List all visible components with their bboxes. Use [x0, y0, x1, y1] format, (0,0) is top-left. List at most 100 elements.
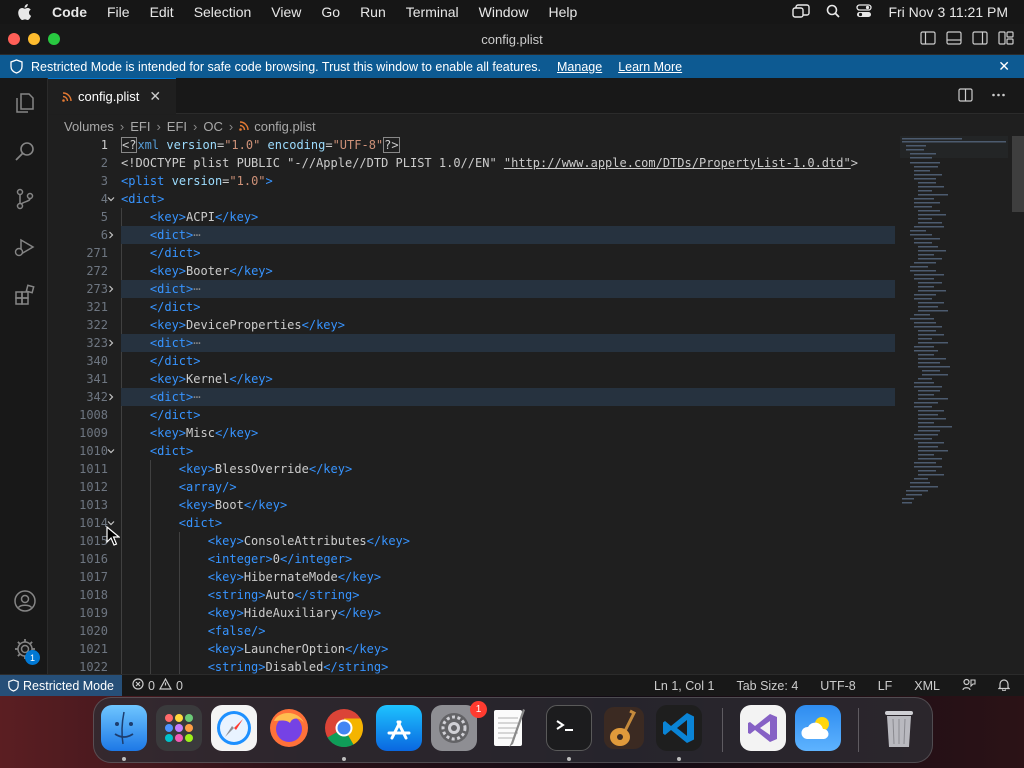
banner-message: Restricted Mode is intended for safe cod… [31, 59, 541, 74]
menu-go[interactable]: Go [321, 4, 340, 20]
code-line: <string>Auto</string> [207, 588, 360, 602]
breadcrumb-item[interactable]: EFI [130, 119, 150, 134]
learn-more-link[interactable]: Learn More [618, 60, 682, 74]
finder-icon[interactable] [101, 705, 147, 751]
weather-icon[interactable] [795, 705, 841, 751]
restricted-mode-banner: Restricted Mode is intended for safe cod… [0, 55, 1024, 78]
menu-file[interactable]: File [107, 4, 130, 20]
explorer-icon[interactable] [12, 90, 38, 116]
status-bar: Restricted Mode 0 0 Ln 1, Col 1 Tab Size… [0, 674, 1024, 696]
fold-chevron-right-icon[interactable] [104, 388, 118, 406]
file-encoding[interactable]: UTF-8 [820, 679, 855, 693]
code-line: <key>Kernel</key> [149, 372, 273, 386]
accounts-icon[interactable] [12, 588, 38, 614]
restricted-mode-status[interactable]: Restricted Mode [0, 675, 123, 696]
folded-code-line: <dict>⋯ [121, 280, 895, 298]
breadcrumb-item[interactable]: Volumes [64, 119, 114, 134]
fold-chevron-down-icon[interactable] [104, 190, 118, 208]
code-line: <key>Booter</key> [149, 264, 273, 278]
menu-terminal[interactable]: Terminal [406, 4, 459, 20]
breadcrumb-item[interactable]: config.plist [254, 119, 315, 134]
cursor-position[interactable]: Ln 1, Col 1 [654, 679, 714, 693]
customize-layout-icon[interactable] [998, 31, 1014, 50]
stage-manager-icon[interactable] [792, 3, 811, 21]
line-number: 1021 [79, 642, 108, 656]
source-control-icon[interactable] [12, 186, 38, 212]
trash-icon[interactable] [876, 705, 922, 751]
vertical-scrollbar[interactable] [1012, 136, 1024, 212]
tab-config-plist[interactable]: config.plist ✕ [48, 78, 176, 114]
garageband-icon[interactable] [601, 705, 647, 751]
menu-run[interactable]: Run [360, 4, 386, 20]
folded-code-line: <dict>⋯ [121, 334, 895, 352]
fold-chevron-right-icon[interactable] [104, 226, 118, 244]
firefox-icon[interactable] [266, 705, 312, 751]
split-editor-icon[interactable] [958, 88, 973, 107]
breadcrumb-item[interactable]: OC [203, 119, 223, 134]
line-number: 323 [86, 336, 108, 350]
end-of-line[interactable]: LF [878, 679, 893, 693]
terminal-icon[interactable] [546, 705, 592, 751]
language-mode[interactable]: XML [914, 679, 940, 693]
manage-link[interactable]: Manage [557, 60, 602, 74]
menu-code[interactable]: Code [52, 4, 87, 20]
feedback-icon[interactable] [962, 678, 976, 694]
code-editor[interactable]: 1 2 3 4 5 6 271 272 273 321 322 323 340 … [48, 136, 1024, 674]
error-icon [132, 678, 144, 693]
vscode-icon[interactable] [656, 705, 702, 751]
toggle-panel-icon[interactable] [946, 31, 962, 50]
toggle-primary-sidebar-icon[interactable] [920, 31, 936, 50]
chevron-right-icon: › [228, 118, 234, 134]
search-icon[interactable] [12, 138, 38, 164]
control-center-icon[interactable] [856, 3, 873, 21]
indentation[interactable]: Tab Size: 4 [736, 679, 798, 693]
line-number: 1013 [79, 498, 108, 512]
toggle-secondary-sidebar-icon[interactable] [972, 31, 988, 50]
menu-edit[interactable]: Edit [150, 4, 174, 20]
line-number: 1 [100, 138, 108, 152]
textedit-icon[interactable] [486, 705, 532, 751]
line-number: 1019 [79, 606, 108, 620]
code-line: <integer>0</integer> [207, 552, 353, 566]
line-number: 1016 [79, 552, 108, 566]
launchpad-icon[interactable] [156, 705, 202, 751]
fold-chevron-right-icon[interactable] [104, 334, 118, 352]
more-actions-icon[interactable] [991, 88, 1006, 107]
chevron-right-icon: › [156, 118, 161, 134]
problems-status[interactable]: 0 0 [132, 677, 183, 693]
chrome-icon[interactable] [321, 705, 367, 751]
menubar-clock[interactable]: Fri Nov 3 11:21 PM [888, 4, 1008, 20]
spotlight-search-icon[interactable] [826, 4, 841, 21]
line-number: 1010 [79, 444, 108, 458]
app-store-icon[interactable] [376, 705, 422, 751]
line-number-gutter: 1 2 3 4 5 6 271 272 273 321 322 323 340 … [48, 136, 108, 674]
close-banner-icon[interactable]: ✕ [998, 58, 1010, 75]
run-and-debug-icon[interactable] [12, 234, 38, 260]
menu-view[interactable]: View [271, 4, 301, 20]
apple-logo-icon[interactable] [16, 3, 38, 21]
dtd-link[interactable]: "http://www.apple.com/DTDs/PropertyList-… [504, 156, 851, 170]
minimap[interactable] [900, 136, 1008, 516]
chevron-right-icon: › [193, 118, 198, 134]
rss-file-icon [239, 121, 249, 131]
macos-dock: 1 [93, 697, 933, 763]
menu-window[interactable]: Window [479, 4, 529, 20]
fold-chevron-down-icon[interactable] [104, 442, 118, 460]
line-number: 321 [86, 300, 108, 314]
extensions-icon[interactable] [12, 282, 38, 308]
line-number: 5 [100, 210, 108, 224]
code-line: <dict> [121, 192, 165, 206]
menu-selection[interactable]: Selection [194, 4, 252, 20]
line-number: 1014 [79, 516, 108, 530]
code-lines: <?xml version="1.0" encoding="UTF-8"?> <… [121, 136, 921, 674]
breadcrumb-item[interactable]: EFI [167, 119, 187, 134]
notifications-bell-icon[interactable] [997, 678, 1011, 694]
settings-update-badge: 1 [25, 650, 40, 665]
menu-help[interactable]: Help [548, 4, 577, 20]
line-number: 1012 [79, 480, 108, 494]
visual-studio-icon[interactable] [740, 705, 786, 751]
close-tab-icon[interactable]: ✕ [149, 88, 161, 105]
code-line: </dict> [149, 246, 201, 260]
safari-icon[interactable] [211, 705, 257, 751]
fold-chevron-right-icon[interactable] [104, 280, 118, 298]
